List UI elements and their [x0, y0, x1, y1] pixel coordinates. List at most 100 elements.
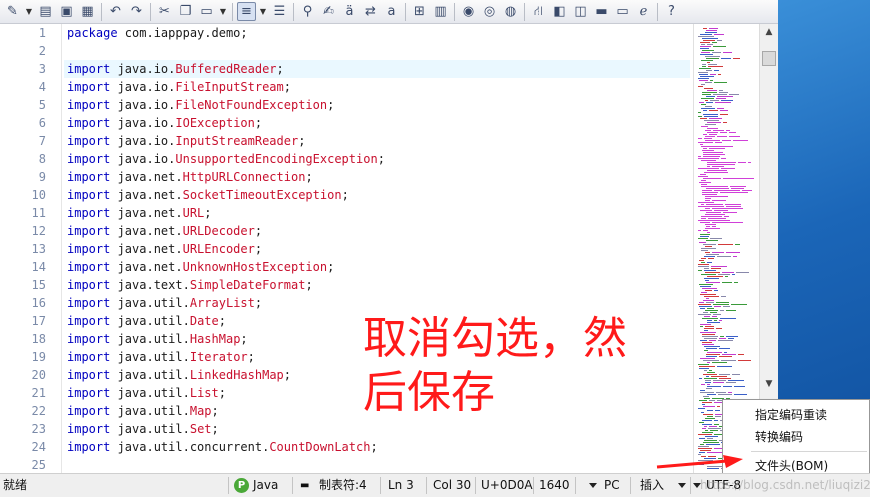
code-line[interactable]: import java.util.ArrayList;	[67, 294, 262, 312]
minimap-stroke	[700, 286, 711, 287]
status-line[interactable]: Ln 3	[388, 474, 414, 497]
paste-dropdown-icon[interactable]: ▼	[218, 2, 228, 21]
eol-dropdown-icon[interactable]	[589, 483, 597, 488]
code-line[interactable]: import java.util.List;	[67, 384, 226, 402]
code-text: java.util.	[110, 314, 190, 328]
code-line[interactable]: import java.io.UnsupportedEncodingExcept…	[67, 150, 385, 168]
status-language[interactable]: Java	[253, 474, 278, 497]
code-line[interactable]: import java.util.LinkedHashMap;	[67, 366, 291, 384]
line-number: 21	[31, 386, 46, 400]
minimap-stroke	[721, 158, 726, 159]
menu-item-convert-encoding[interactable]: 转换编码	[723, 425, 869, 449]
undo-icon[interactable]: ↶	[106, 2, 125, 21]
edit-icon[interactable]: ✍	[319, 2, 338, 21]
watermark-text: https://blog.csdn.net/liuqizi2018	[700, 478, 870, 492]
code-line[interactable]: import java.util.concurrent.CountDownLat…	[67, 438, 378, 456]
minimap-stroke	[699, 74, 708, 75]
mode-dropdown-icon[interactable]	[678, 483, 686, 488]
replace-icon[interactable]: ⇄	[361, 2, 380, 21]
status-bar: 就绪 P Java ▬ 制表符:4 Ln 3 Col 30 U+0D0A 164…	[0, 473, 870, 497]
panel-icon[interactable]: ◧	[550, 2, 569, 21]
redo-icon[interactable]: ↷	[127, 2, 146, 21]
code-line[interactable]: import java.net.UnknownHostException;	[67, 258, 334, 276]
minimap-stroke	[718, 394, 732, 395]
code-line[interactable]: import java.util.Iterator;	[67, 348, 255, 366]
minimap-stroke	[722, 354, 736, 355]
column-icon[interactable]: ▥	[431, 2, 450, 21]
minimap-stroke	[703, 396, 709, 397]
code-line[interactable]: import java.net.URL;	[67, 204, 212, 222]
code-keyword: import	[67, 98, 111, 112]
code-text: java.util.concurrent.	[110, 440, 270, 454]
paste-icon[interactable]: ▭	[197, 2, 216, 21]
minimap-stroke	[732, 274, 735, 275]
code-line[interactable]: import java.util.Date;	[67, 312, 226, 330]
macro-repeat-icon[interactable]: ◍	[501, 2, 520, 21]
code-keyword: import	[67, 152, 111, 166]
minimap-stroke	[717, 108, 724, 109]
minimap-stroke	[710, 74, 716, 75]
scroll-down-icon[interactable]: ▼	[760, 376, 778, 393]
code-line[interactable]: package com.iapppay.demo;	[67, 24, 248, 42]
code-line[interactable]: import java.util.Map;	[67, 402, 219, 420]
tree-icon[interactable]: ⛙	[529, 2, 548, 21]
minimap-stroke	[719, 356, 732, 357]
code-line[interactable]: import java.io.FileNotFoundException;	[67, 96, 334, 114]
minimap-stroke	[702, 64, 706, 65]
status-column[interactable]: Col 30	[433, 474, 471, 497]
minimap-stroke	[721, 296, 726, 297]
code-text: ;	[254, 242, 263, 256]
annotation-text: 取消勾选，然 后保存	[363, 312, 663, 420]
minimap-stroke	[703, 374, 717, 375]
status-character: U+0D0A	[481, 478, 533, 492]
cut-icon[interactable]: ✂	[155, 2, 174, 21]
code-text: ;	[305, 278, 313, 292]
find-icon[interactable]: ⚲	[298, 2, 317, 21]
minimap-stroke	[698, 238, 708, 239]
status-line-ending[interactable]: PC	[604, 474, 620, 497]
minimap-stroke	[705, 32, 717, 33]
minimap-stroke	[700, 46, 711, 47]
code-line[interactable]: import java.io.FileInputStream;	[67, 78, 291, 96]
show-lines-icon[interactable]: ☰	[270, 2, 289, 21]
output-icon[interactable]: ▭	[613, 2, 632, 21]
save-icon[interactable]: ▣	[57, 2, 76, 21]
code-line[interactable]: import java.net.SocketTimeoutException;	[67, 186, 349, 204]
open-folder-icon[interactable]: ▤	[36, 2, 55, 21]
case-icon[interactable]: a	[382, 2, 401, 21]
scroll-thumb[interactable]	[762, 51, 776, 66]
code-line[interactable]: import java.io.IOException;	[67, 114, 262, 132]
code-line[interactable]: import java.net.URLDecoder;	[67, 222, 262, 240]
status-insert-mode[interactable]: 插入	[640, 474, 664, 497]
minimap-stroke	[708, 218, 726, 219]
browser-icon[interactable]: ℯ	[634, 2, 653, 21]
code-line[interactable]: import java.io.BufferedReader;	[64, 60, 690, 78]
menu-item-reload-with-encoding[interactable]: 指定编码重读	[723, 403, 869, 427]
spell-check-icon[interactable]: ä	[340, 2, 359, 21]
code-line[interactable]: import java.net.URLEncoder;	[67, 240, 262, 258]
new-dropdown-icon[interactable]: ▼	[24, 2, 34, 21]
terminal-icon[interactable]: ▬	[592, 2, 611, 21]
macro-record-icon[interactable]: ◉	[459, 2, 478, 21]
status-tab-size[interactable]: 制表符:4	[319, 474, 367, 497]
code-line[interactable]: import java.util.HashMap;	[67, 330, 248, 348]
save-all-icon[interactable]: ▦	[78, 2, 97, 21]
help-icon[interactable]: ?	[662, 2, 681, 21]
code-line[interactable]: import java.net.HttpURLConnection;	[67, 168, 313, 186]
code-line[interactable]: import java.io.InputStreamReader;	[67, 132, 305, 150]
code-text: ;	[341, 188, 349, 202]
minimap-stroke	[698, 72, 708, 73]
minimap-stroke	[702, 194, 717, 195]
line-number: 16	[31, 296, 46, 310]
code-line[interactable]: import java.util.Set;	[67, 420, 219, 438]
minimap-stroke	[712, 52, 721, 53]
macro-play-icon[interactable]: ◎	[480, 2, 499, 21]
code-line[interactable]: import java.text.SimpleDateFormat;	[67, 276, 313, 294]
new-file-icon[interactable]: ✎	[3, 2, 22, 21]
compare-icon[interactable]: ⊞	[410, 2, 429, 21]
word-wrap-icon[interactable]: ≡	[237, 2, 256, 21]
split-icon[interactable]: ◫	[571, 2, 590, 21]
copy-icon[interactable]: ❐	[176, 2, 195, 21]
wrap-dropdown-icon[interactable]: ▼	[258, 2, 268, 21]
scroll-up-icon[interactable]: ▲	[760, 24, 778, 41]
